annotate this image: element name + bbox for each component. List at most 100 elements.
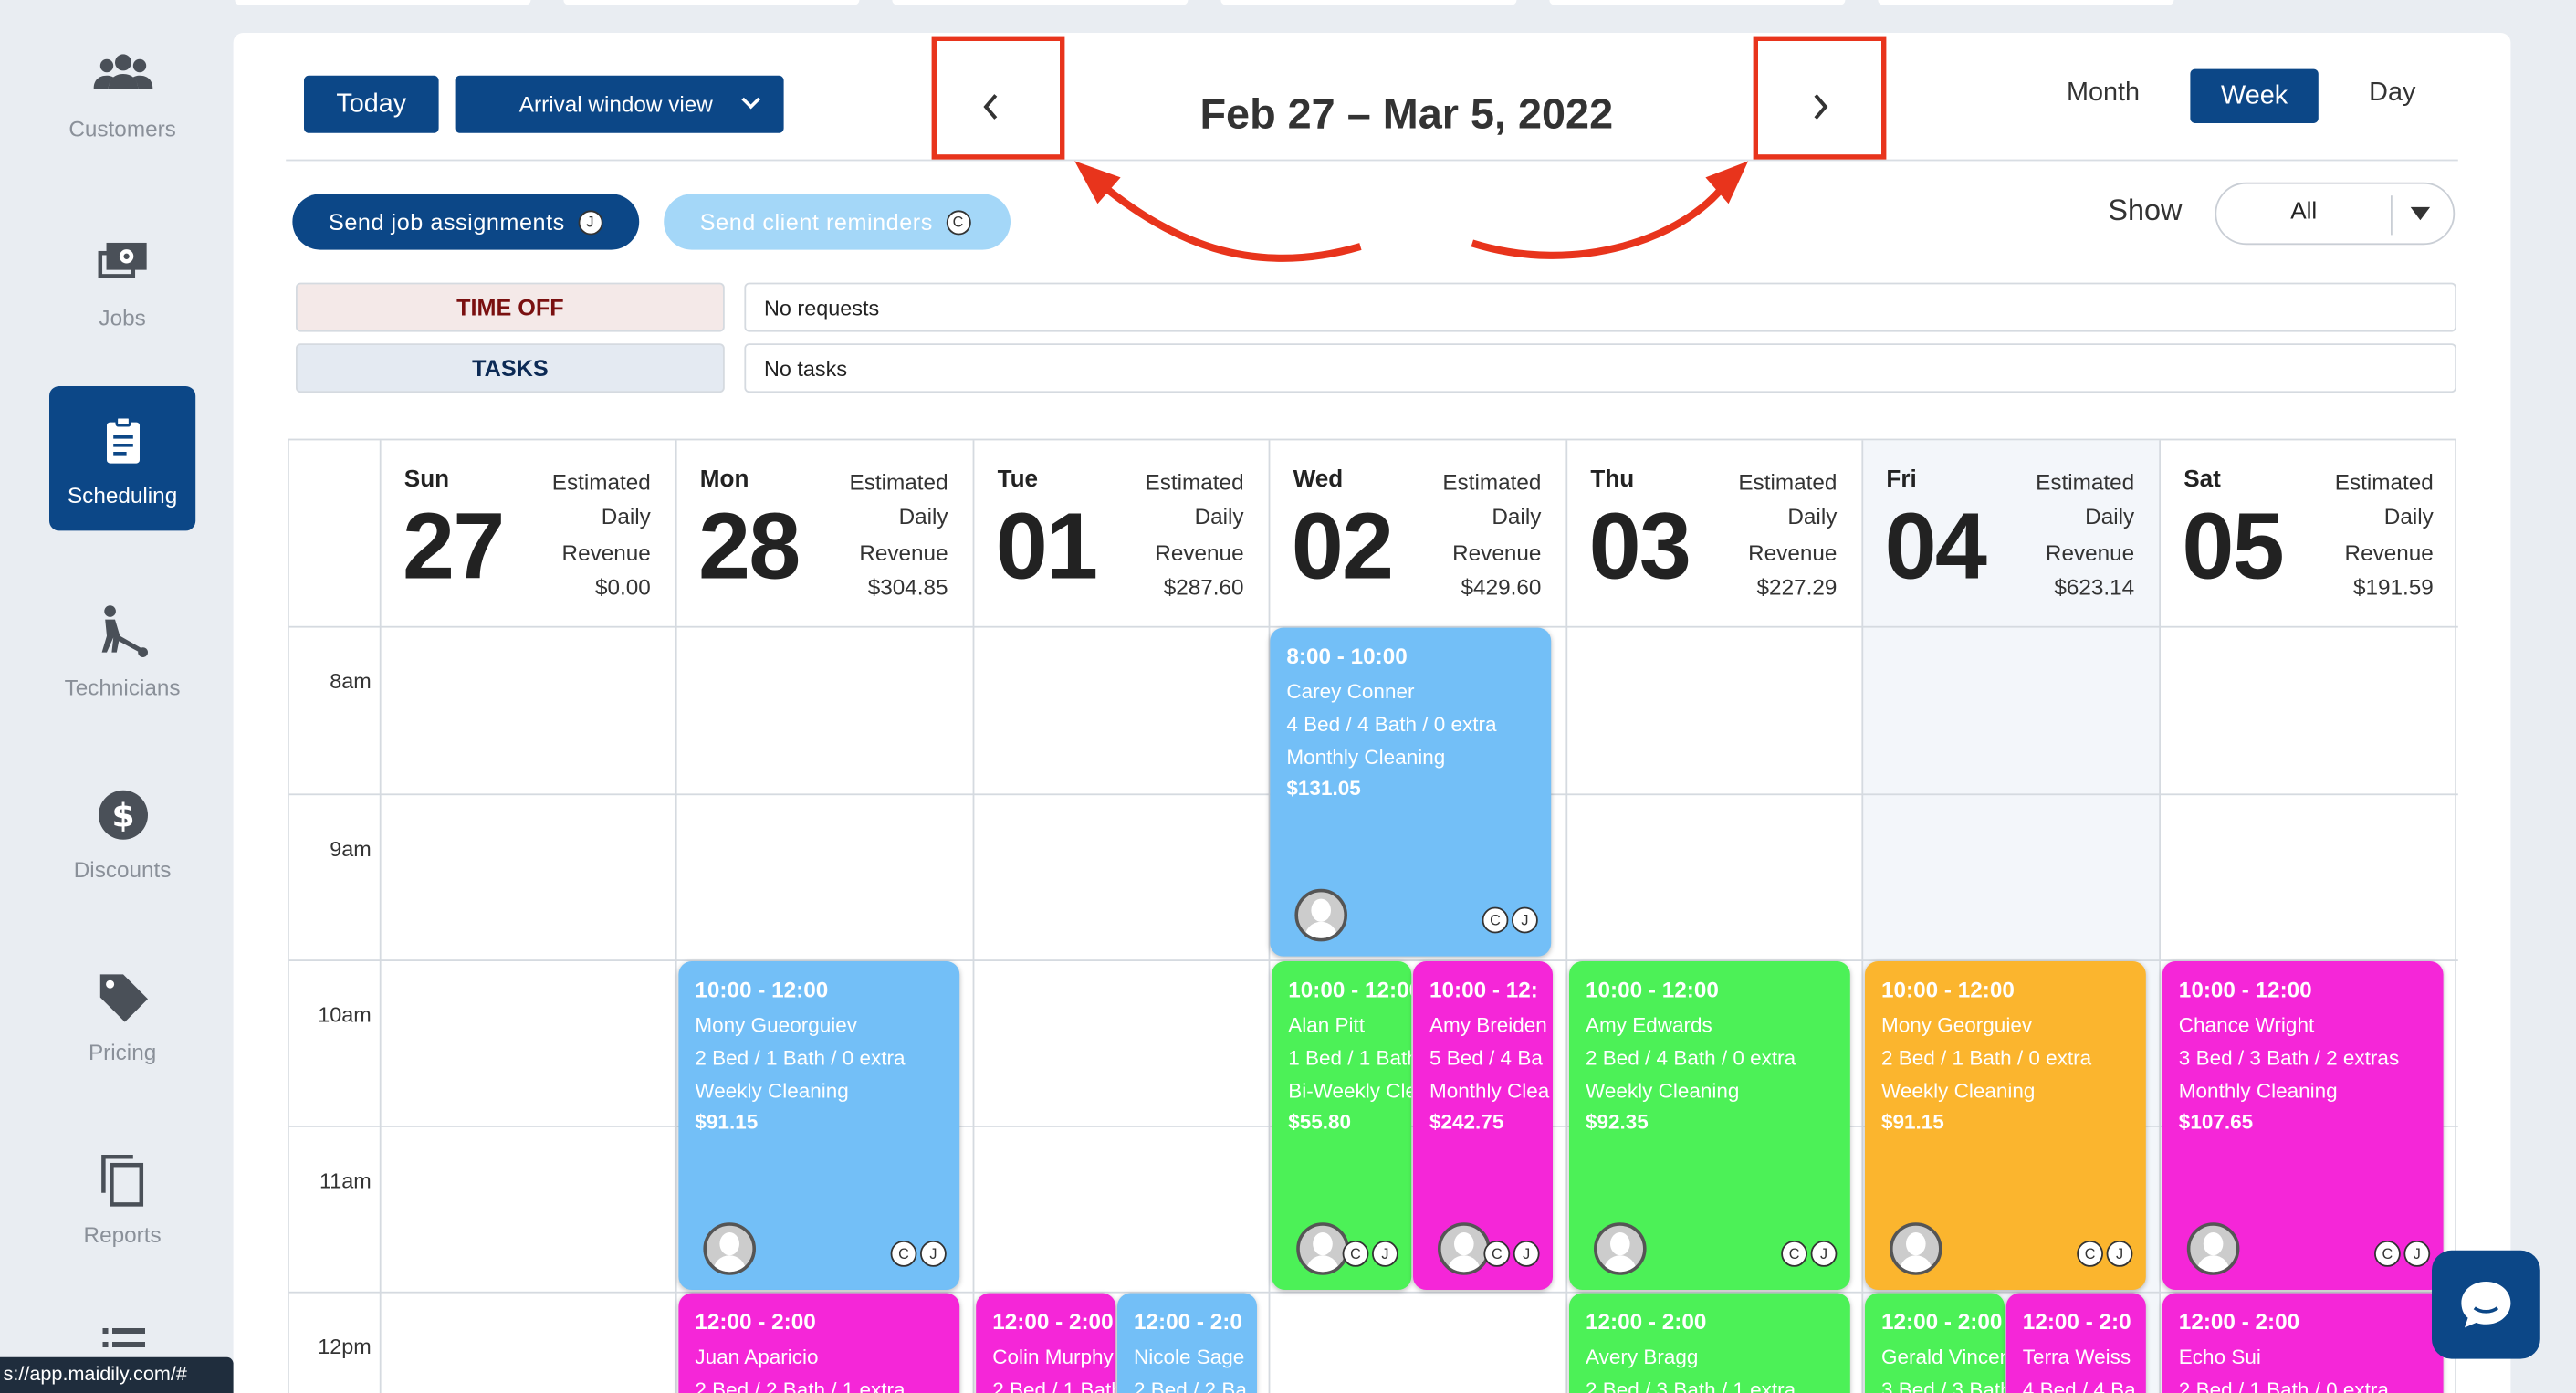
- send-client-reminders-button[interactable]: Send client reminders C: [664, 194, 1011, 250]
- notification-badges: CJ: [1483, 1241, 1540, 1267]
- day-number: 05: [2182, 494, 2284, 600]
- revenue-label: Daily: [2383, 505, 2434, 530]
- show-filter-select[interactable]: All: [2215, 182, 2456, 246]
- job-event-card[interactable]: 12:00 - 2:00 Juan Aparicio 2 Bed / 2 Bat…: [678, 1293, 960, 1393]
- technician-avatar[interactable]: [1594, 1222, 1647, 1275]
- revenue-label: Estimated: [2036, 469, 2135, 495]
- time-label: 11am: [319, 1168, 372, 1193]
- sidebar-item-pricing[interactable]: Pricing: [49, 943, 195, 1087]
- job-event-card[interactable]: 10:00 - 12: Amy Breiden 5 Bed / 4 Ba Mont…: [1413, 961, 1553, 1290]
- arrival-window-view-select[interactable]: Arrival window view: [455, 75, 784, 133]
- notification-badges: CJ: [890, 1241, 947, 1267]
- technicians-icon: [100, 604, 148, 657]
- job-notified-badge: J: [1810, 1241, 1838, 1267]
- sidebar-item-discounts[interactable]: $ Discounts: [49, 760, 195, 905]
- view-day-tab[interactable]: Day: [2350, 79, 2435, 115]
- client-notified-badge: C: [1781, 1241, 1807, 1267]
- job-event-card[interactable]: 12:00 - 2:00 Avery Bragg 2 Bed / 3 Bath …: [1569, 1293, 1850, 1393]
- event-customer: Amy Breiden: [1429, 1013, 1547, 1037]
- sidebar-item-technicians[interactable]: Technicians: [49, 579, 195, 723]
- event-service: Bi-Weekly Clea: [1288, 1078, 1411, 1103]
- day-number: 28: [698, 494, 801, 600]
- event-customer: Colin Murphy: [992, 1346, 1114, 1369]
- job-event-card[interactable]: 12:00 - 2:00 Colin Murphy 2 Bed / 1 Bath: [976, 1293, 1116, 1393]
- day-header: Fri 04 Estimated Daily Revenue $623.14: [1861, 440, 2159, 625]
- estimated-daily-revenue: Estimated Daily Revenue $191.59: [2335, 465, 2434, 605]
- job-event-card[interactable]: 12:00 - 2:00 Echo Sui 2 Bed / 1 Bath / 0…: [2162, 1293, 2444, 1393]
- client-notified-badge: C: [890, 1241, 917, 1267]
- event-time: 12:00 - 2:00: [1881, 1309, 2003, 1335]
- annotation-box-next: [1753, 36, 1887, 160]
- technician-avatar[interactable]: [1294, 888, 1347, 942]
- technician-avatar[interactable]: [1890, 1222, 1942, 1275]
- revenue-value: $227.29: [1756, 575, 1838, 601]
- caret-down-icon: [2410, 206, 2431, 221]
- view-week-tab[interactable]: Week: [2190, 68, 2319, 123]
- client-notified-badge: C: [2374, 1241, 2401, 1267]
- week-calendar-grid: 8am 9am 10am 11am 12pm Sun 27 Estimated …: [288, 438, 2458, 1393]
- event-customer: Echo Sui: [2178, 1346, 2261, 1369]
- send-job-assignments-label: Send job assignments: [329, 208, 565, 236]
- event-price: $91.15: [695, 1111, 759, 1135]
- job-event-card[interactable]: 12:00 - 2:0 Nicole Sage 2 Bed / 2 Ba: [1117, 1293, 1257, 1393]
- client-badge-icon: C: [946, 209, 971, 235]
- event-time: 10:00 - 12:00: [2178, 978, 2312, 1002]
- revenue-label: Daily: [1787, 505, 1838, 530]
- today-button[interactable]: Today: [304, 75, 439, 133]
- send-job-assignments-button[interactable]: Send job assignments J: [292, 194, 640, 250]
- top-card-edge: [1878, 0, 2174, 5]
- job-event-card[interactable]: 12:00 - 2:00 Gerald Vincent 3 Bed / 3 Ba…: [1865, 1293, 2005, 1393]
- event-rooms: 3 Bed / 3 Bath / 2 extras: [2178, 1046, 2400, 1070]
- sidebar-item-label: Scheduling: [67, 482, 178, 508]
- estimated-daily-revenue: Estimated Daily Revenue $429.60: [1442, 465, 1541, 605]
- job-event-card[interactable]: 10:00 - 12:00 Amy Edwards 2 Bed / 4 Bath…: [1569, 961, 1850, 1290]
- annotation-box-prev: [931, 36, 1065, 160]
- time-off-requests[interactable]: No requests: [744, 282, 2457, 332]
- tasks-list[interactable]: No tasks: [744, 343, 2457, 393]
- job-event-card[interactable]: 12:00 - 2:0 Terra Weiss 4 Bed / 4 Ba: [2005, 1293, 2146, 1393]
- revenue-label: Revenue: [2344, 539, 2434, 565]
- show-label: Show: [2108, 194, 2183, 227]
- view-select-label: Arrival window view: [518, 91, 713, 117]
- technician-avatar[interactable]: [1296, 1222, 1349, 1275]
- event-service: Monthly Clea: [1429, 1078, 1550, 1103]
- job-event-card[interactable]: 10:00 - 12:00 Chance Wright 3 Bed / 3 Ba…: [2162, 961, 2444, 1290]
- day-header: Wed 02 Estimated Daily Revenue $429.60: [1269, 440, 1566, 625]
- event-customer: Carey Conner: [1286, 680, 1415, 704]
- sidebar-item-reports[interactable]: Reports: [49, 1126, 195, 1270]
- technician-avatar[interactable]: [2186, 1222, 2240, 1275]
- event-rooms: 4 Bed / 4 Ba: [2022, 1377, 2136, 1393]
- job-badge-icon: J: [578, 209, 603, 235]
- time-label: 12pm: [318, 1334, 372, 1359]
- sidebar-item-customers[interactable]: Customers: [49, 20, 195, 164]
- sidebar-item-scheduling[interactable]: Scheduling: [49, 386, 196, 531]
- technician-avatar[interactable]: [703, 1222, 756, 1275]
- notification-badges: CJ: [2077, 1241, 2133, 1267]
- tasks-label: TASKS: [296, 343, 725, 393]
- job-event-card[interactable]: 10:00 - 12:00 Mony Georguiev 2 Bed / 1 B…: [1865, 961, 2146, 1290]
- revenue-label: Revenue: [1748, 539, 1838, 565]
- job-event-card[interactable]: 10:00 - 12:00 Mony Gueorguiev 2 Bed / 1 …: [678, 961, 960, 1290]
- event-time: 10:00 - 12:00: [1288, 978, 1412, 1002]
- sidebar-item-label: Technicians: [64, 674, 181, 699]
- svg-text:$: $: [111, 797, 134, 834]
- view-month-tab[interactable]: Month: [2052, 79, 2154, 115]
- revenue-label: Revenue: [2045, 539, 2135, 565]
- pricing-icon: [99, 973, 148, 1021]
- event-customer: Nicole Sage: [1134, 1346, 1245, 1369]
- event-customer: Gerald Vincent: [1881, 1346, 2005, 1369]
- estimated-daily-revenue: Estimated Daily Revenue $0.00: [552, 465, 651, 605]
- event-rooms: 1 Bed / 1 Bath: [1288, 1046, 1412, 1070]
- job-event-card[interactable]: 8:00 - 10:00 Carey Conner 4 Bed / 4 Bath…: [1270, 627, 1552, 957]
- event-time: 12:00 - 2:0: [2022, 1309, 2131, 1335]
- sidebar-item-label: Customers: [68, 115, 176, 141]
- technician-avatar[interactable]: [1438, 1222, 1491, 1275]
- chat-button[interactable]: [2432, 1250, 2540, 1359]
- sidebar-item-jobs[interactable]: Jobs: [49, 209, 195, 353]
- revenue-label: Estimated: [2334, 469, 2434, 495]
- status-bar-url: s://app.maidily.com/#: [0, 1356, 234, 1393]
- revenue-label: Revenue: [561, 539, 651, 565]
- event-rooms: 3 Bed / 3 Bath: [1881, 1377, 2005, 1393]
- job-event-card[interactable]: 10:00 - 12:00 Alan Pitt 1 Bed / 1 Bath Bi…: [1272, 961, 1412, 1290]
- notification-badges: CJ: [2374, 1241, 2431, 1267]
